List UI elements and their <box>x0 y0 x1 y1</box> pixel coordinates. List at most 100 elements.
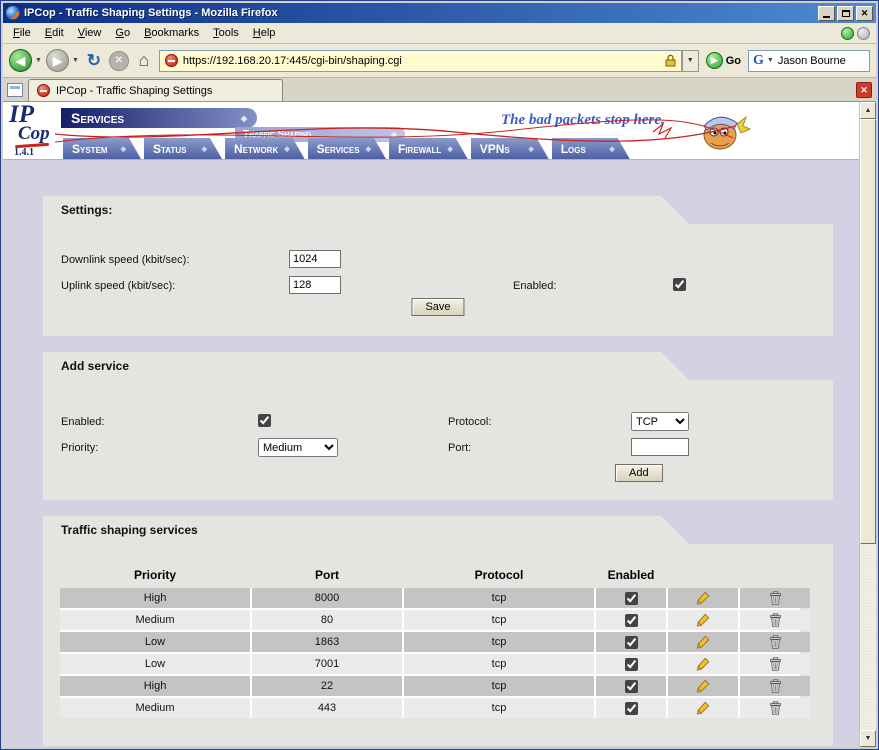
nav-tab-system[interactable]: System◆ <box>63 138 141 159</box>
menu-item-tools[interactable]: Tools <box>206 24 246 42</box>
protocol-select[interactable]: TCP <box>631 412 689 431</box>
service-enabled-cell <box>596 676 666 696</box>
scrollbar-thumb[interactable] <box>860 119 876 544</box>
shaping-enabled-checkbox[interactable] <box>673 278 686 291</box>
back-dropdown-icon[interactable]: ▼ <box>35 57 42 64</box>
add-enabled-checkbox[interactable] <box>258 414 271 427</box>
back-button[interactable]: ◀ <box>9 49 32 72</box>
service-enabled-checkbox[interactable] <box>625 702 638 715</box>
menu-item-bookmarks[interactable]: Bookmarks <box>137 24 206 42</box>
forward-dropdown-icon[interactable]: ▼ <box>72 57 79 64</box>
service-port: 80 <box>252 610 402 630</box>
close-tab-button[interactable]: ✕ <box>856 82 872 98</box>
service-edit-cell <box>668 610 738 630</box>
url-text[interactable]: https://192.168.20.17:445/cgi-bin/shapin… <box>183 55 660 67</box>
edit-service-button[interactable] <box>668 588 738 608</box>
trash-icon <box>769 679 782 693</box>
service-port: 443 <box>252 698 402 718</box>
menu-item-help[interactable]: Help <box>246 24 283 42</box>
stop-button[interactable]: ✕ <box>109 51 129 71</box>
trash-icon <box>769 591 782 605</box>
service-edit-cell <box>668 676 738 696</box>
service-enabled-checkbox[interactable] <box>625 636 638 649</box>
nav-tabs: System◆ Status ◆ Network◆Services◆Firewall◆… <box>63 138 633 159</box>
edit-service-button[interactable] <box>668 676 738 696</box>
url-bar[interactable]: https://192.168.20.17:445/cgi-bin/shapin… <box>159 50 682 72</box>
edit-service-button[interactable] <box>668 610 738 630</box>
forward-button[interactable]: ▶ <box>46 49 69 72</box>
tab-favicon-icon <box>37 84 50 97</box>
service-enabled-checkbox[interactable] <box>625 614 638 627</box>
delete-service-button[interactable] <box>740 698 810 718</box>
services-panel-title: Traffic shaping services <box>61 523 198 537</box>
maximize-button[interactable] <box>837 6 854 21</box>
nav-tab-label: Status <box>153 142 186 156</box>
minimize-button[interactable] <box>818 6 835 21</box>
menu-item-file[interactable]: File <box>6 24 38 42</box>
menu-item-view[interactable]: View <box>71 24 109 42</box>
shaping-enabled-label: Enabled: <box>513 280 556 292</box>
search-input[interactable]: Jason Bourne <box>778 55 846 67</box>
trash-icon <box>769 701 782 715</box>
vertical-scrollbar[interactable]: ▲ ▼ <box>859 102 876 747</box>
reload-button[interactable]: ↻ <box>83 51 105 71</box>
delete-service-button[interactable] <box>740 654 810 674</box>
section-banner[interactable]: Services ◆ <box>61 108 257 128</box>
service-enabled-checkbox[interactable] <box>625 592 638 605</box>
service-enabled-checkbox[interactable] <box>625 680 638 693</box>
service-protocol: tcp <box>404 610 594 630</box>
menu-bar: FileEditViewGoBookmarksToolsHelp <box>3 23 876 44</box>
diamond-icon: ◆ <box>241 114 247 123</box>
close-window-button[interactable]: ✕ <box>856 6 873 21</box>
delete-service-button[interactable] <box>740 676 810 696</box>
menu-item-edit[interactable]: Edit <box>38 24 71 42</box>
nav-tab-logs[interactable]: Logs◆ <box>552 138 630 159</box>
edit-service-button[interactable] <box>668 654 738 674</box>
port-input[interactable] <box>631 438 689 456</box>
settings-panel: Settings: Downlink speed (kbit/sec): Upl… <box>43 196 833 336</box>
downlink-speed-input[interactable] <box>289 250 341 268</box>
save-button[interactable]: Save <box>411 298 464 316</box>
window-titlebar[interactable]: IPCop - Traffic Shaping Settings - Mozil… <box>3 3 876 23</box>
diamond-icon: ◆ <box>202 145 207 153</box>
add-button[interactable]: Add <box>615 464 663 482</box>
secure-lock-icon <box>665 54 676 67</box>
search-box[interactable]: G ▼ Jason Bourne <box>748 50 870 72</box>
nav-tab-services[interactable]: Services◆ <box>308 138 386 159</box>
mascot-graphic <box>691 104 751 156</box>
search-engine-dropdown-icon[interactable]: ▼ <box>767 57 774 64</box>
downlink-speed-label: Downlink speed (kbit/sec): <box>61 254 189 266</box>
delete-service-button[interactable] <box>740 632 810 652</box>
service-edit-cell <box>668 654 738 674</box>
browser-tab[interactable]: IPCop - Traffic Shaping Settings <box>28 79 283 101</box>
url-history-dropdown-button[interactable]: ▼ <box>682 50 699 72</box>
service-delete-cell <box>740 654 810 674</box>
google-logo-icon[interactable]: G <box>753 53 764 69</box>
service-enabled-checkbox[interactable] <box>625 658 638 671</box>
priority-select[interactable]: Medium <box>258 438 338 457</box>
ipcop-logo: IP Cop 1.4.1 <box>9 102 50 158</box>
edit-pencil-icon <box>696 613 710 627</box>
update-notification-icon[interactable] <box>841 27 854 40</box>
scroll-up-button[interactable]: ▲ <box>860 102 876 119</box>
page-icon[interactable] <box>7 83 23 97</box>
go-button[interactable]: ▶ Go <box>703 52 744 69</box>
nav-tab-status[interactable]: Status ◆ <box>144 138 222 159</box>
column-header-enabled: Enabled <box>596 568 666 582</box>
edit-service-button[interactable] <box>668 698 738 718</box>
service-edit-cell <box>668 632 738 652</box>
scroll-down-button[interactable]: ▼ <box>860 730 876 747</box>
edit-service-button[interactable] <box>668 632 738 652</box>
nav-tab-firewall[interactable]: Firewall◆ <box>389 138 468 159</box>
protocol-label: Protocol: <box>448 416 491 428</box>
menu-item-go[interactable]: Go <box>108 24 137 42</box>
delete-service-button[interactable] <box>740 588 810 608</box>
uplink-speed-input[interactable] <box>289 276 341 294</box>
nav-tab-network[interactable]: Network◆ <box>225 138 305 159</box>
nav-tab-vpns[interactable]: VPNs◆ <box>471 138 549 159</box>
diamond-icon: ◆ <box>528 145 533 153</box>
home-button[interactable]: ⌂ <box>133 50 155 71</box>
maximize-icon <box>842 10 850 17</box>
service-delete-cell <box>740 698 810 718</box>
delete-service-button[interactable] <box>740 610 810 630</box>
